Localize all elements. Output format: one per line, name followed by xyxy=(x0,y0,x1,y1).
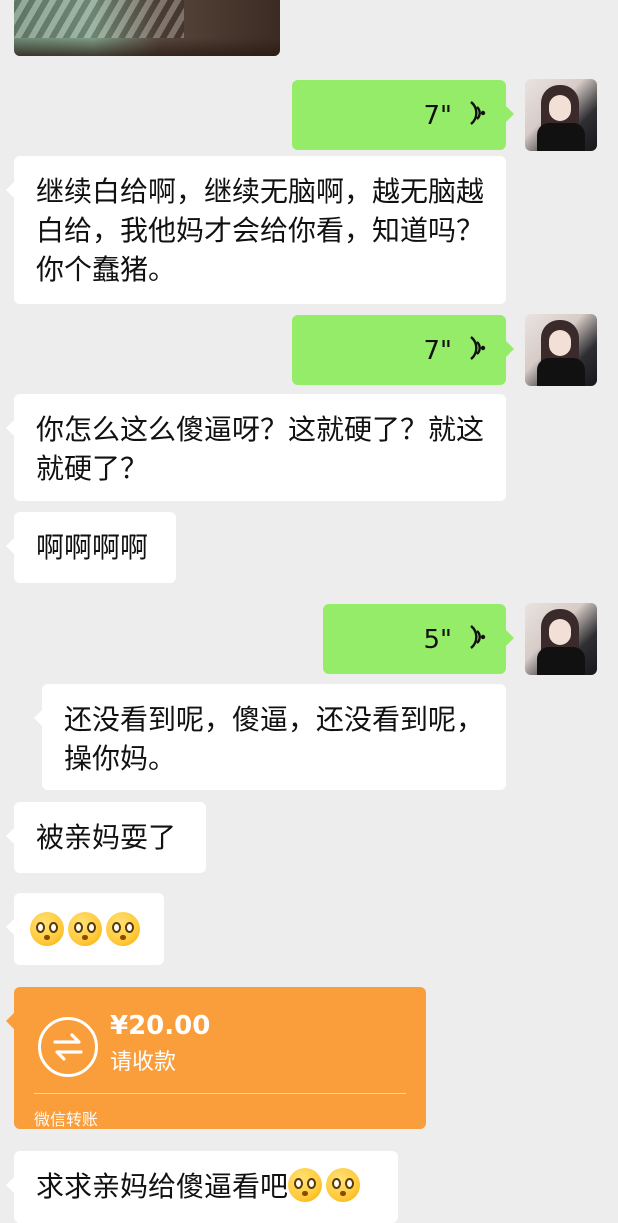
message-text: 求求亲妈给傻逼看吧 xyxy=(36,1170,289,1203)
image-message[interactable] xyxy=(14,0,280,56)
transfer-brand: 微信转账 xyxy=(34,1110,99,1129)
message-text: 啊啊啊啊 xyxy=(36,531,149,564)
pleading-face-icon xyxy=(30,912,64,946)
text-message[interactable]: 啊啊啊啊 xyxy=(6,512,176,583)
transfer-status: 请收款 xyxy=(110,1050,177,1075)
avatar[interactable] xyxy=(525,603,597,675)
voice-wave-icon xyxy=(470,101,486,125)
voice-wave-icon xyxy=(470,625,486,649)
message-text: 你怎么这么傻逼呀？这就硬了？就这就硬了？ xyxy=(36,413,485,485)
pleading-face-icon xyxy=(68,912,102,946)
voice-wave-icon xyxy=(470,336,486,360)
transfer-icon xyxy=(38,1017,98,1077)
pleading-face-icon xyxy=(106,912,140,946)
emoji-message[interactable] xyxy=(6,893,164,965)
text-message[interactable]: 求求亲妈给傻逼看吧 xyxy=(6,1151,398,1223)
transfer-amount: ¥20.00 xyxy=(110,1011,211,1041)
text-message[interactable]: 你怎么这么傻逼呀？这就硬了？就这就硬了？ xyxy=(6,394,506,501)
pleading-face-icon xyxy=(326,1168,361,1202)
message-text: 还没看到呢，傻逼，还没看到呢，操你妈。 xyxy=(64,703,485,775)
voice-duration: 7" xyxy=(423,336,452,366)
message-text: 继续白给啊，继续无脑啊，越无脑越白给，我他妈才会给你看，知道吗？你个蠢猪。 xyxy=(36,175,485,286)
avatar[interactable] xyxy=(525,79,597,151)
voice-message[interactable]: 7" xyxy=(292,80,514,150)
voice-duration: 7" xyxy=(423,101,452,131)
divider xyxy=(34,1093,406,1094)
text-message[interactable]: 继续白给啊，继续无脑啊，越无脑越白给，我他妈才会给你看，知道吗？你个蠢猪。 xyxy=(6,156,506,304)
avatar[interactable] xyxy=(525,314,597,386)
voice-duration: 5" xyxy=(423,625,452,655)
transfer-message[interactable]: ¥20.00 请收款 微信转账 xyxy=(6,987,426,1129)
message-text: 被亲妈耍了 xyxy=(36,821,177,854)
text-message[interactable]: 还没看到呢，傻逼，还没看到呢，操你妈。 xyxy=(34,684,506,790)
text-message[interactable]: 被亲妈耍了 xyxy=(6,802,206,873)
pleading-face-icon xyxy=(288,1168,323,1202)
voice-message[interactable]: 7" xyxy=(292,315,514,385)
voice-message[interactable]: 5" xyxy=(323,604,514,674)
